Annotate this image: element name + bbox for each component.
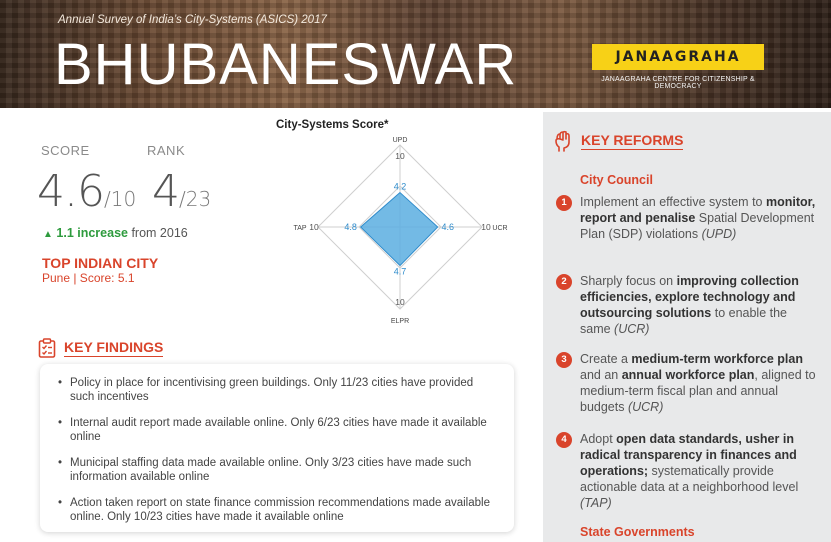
top-city-title: TOP INDIAN CITY: [42, 255, 159, 271]
reform-number: 1: [556, 195, 572, 211]
city-name: BHUBANESWAR: [54, 32, 518, 97]
reform-text: Implement an effective system to monitor…: [580, 194, 818, 242]
reform-text-part: Adopt: [580, 432, 617, 446]
finding-item: • Action taken report on state finance co…: [58, 496, 496, 524]
key-findings-list: • Policy in place for incentivising green…: [40, 364, 514, 532]
header-banner: Annual Survey of India’s City-Systems (A…: [0, 0, 831, 108]
reform-text: Create a medium-term workforce plan and …: [580, 351, 818, 415]
radar-axis-label: UCR: [492, 225, 507, 232]
reform-number: 2: [556, 274, 572, 290]
reform-item: 2 Sharply focus on improving collection …: [556, 273, 818, 337]
radar-value-label: 4.6: [441, 222, 454, 232]
rank-label: RANK: [147, 143, 186, 158]
reform-text-part: annual workforce plan: [621, 368, 755, 382]
reform-item: 3 Create a medium-term workforce plan an…: [556, 351, 818, 415]
bullet-icon: •: [58, 417, 63, 429]
reform-text-part: Sharply focus on: [580, 274, 677, 288]
reform-text: Sharply focus on improving collection ef…: [580, 273, 818, 337]
radar-axis-label: TAP: [293, 225, 306, 232]
section-city-council: City Council: [580, 173, 653, 187]
bullet-icon: •: [58, 497, 63, 509]
reform-text: Adopt open data standards, usher in radi…: [580, 431, 818, 511]
reform-number: 3: [556, 352, 572, 368]
reform-text-part: (UCR): [614, 322, 650, 336]
radar-max-label: 10: [395, 297, 405, 307]
radar-max-label: 10: [481, 222, 491, 232]
reform-text-part: (TAP): [580, 496, 612, 510]
finding-text: Municipal staffing data made available o…: [70, 457, 472, 483]
reform-text-part: Create a: [580, 352, 632, 366]
radar-max-label: 10: [395, 151, 405, 161]
reform-text-part: and an: [580, 368, 622, 382]
key-findings-header: KEY FINDINGS: [38, 338, 164, 358]
top-city-detail: Pune | Score: 5.1: [42, 271, 135, 285]
score-label: SCORE: [41, 143, 90, 158]
finding-text: Internal audit report made available onl…: [70, 417, 487, 443]
up-triangle-icon: ▲: [43, 229, 53, 240]
increase-amount: 1.1 increase: [56, 226, 128, 240]
logo-subtitle: JANAAGRAHA CENTRE FOR CITIZENSHIP & DEMO…: [601, 76, 755, 90]
increase-suffix: from 2016: [127, 226, 188, 240]
reform-text-part: medium-term workforce plan: [631, 352, 803, 366]
radar-value-label: 4.7: [394, 267, 407, 277]
score-number: 4.6: [37, 166, 105, 217]
finding-text: Action taken report on state finance com…: [70, 497, 490, 523]
bullet-icon: •: [58, 457, 63, 469]
reform-item: 1 Implement an effective system to monit…: [556, 194, 818, 242]
bullet-icon: •: [58, 377, 63, 389]
reform-text-part: (UCR): [627, 400, 664, 414]
raised-fist-icon: [555, 130, 570, 152]
key-findings-title: KEY FINDINGS: [64, 339, 164, 357]
radar-max-label: 10: [309, 222, 319, 232]
radar-chart: 4.210UPD4.6 10 UCR4.710ELPR4.810TAP: [293, 137, 507, 325]
radar-value-label: 4.8: [344, 222, 357, 232]
finding-item: • Internal audit report made available on…: [58, 416, 496, 444]
section-state-governments: State Governments: [580, 525, 695, 539]
key-reforms-header: KEY REFORMS: [553, 130, 684, 152]
rank-number: 4: [152, 166, 180, 217]
radar-axis-label: UPD: [393, 137, 408, 144]
reform-item: 4 Adopt open data standards, usher in ra…: [556, 431, 818, 511]
clipboard-checklist-icon: [38, 338, 56, 358]
janaagraha-logo: JANAAGRAHA JANAAGRAHA CENTRE FOR CITIZEN…: [578, 44, 778, 90]
score-max: /10: [103, 187, 137, 211]
logo-wordmark: JANAAGRAHA: [592, 44, 764, 70]
radar-axis-label: ELPR: [391, 318, 409, 325]
radar-value-label: 4.2: [394, 182, 407, 192]
key-reforms-title: KEY REFORMS: [581, 132, 684, 150]
finding-text: Policy in place for incentivising green …: [70, 377, 474, 403]
reform-text-part: (UPD): [701, 227, 737, 241]
reform-number: 4: [556, 432, 572, 448]
rank-total: /23: [179, 187, 212, 211]
finding-item: • Municipal staffing data made available …: [58, 456, 496, 484]
reform-text-part: Implement an effective system to: [580, 195, 766, 209]
score-value: 4.6/10: [37, 168, 136, 223]
survey-title: Annual Survey of India’s City-Systems (A…: [58, 14, 327, 26]
score-increase: ▲ 1.1 increase from 2016: [43, 226, 188, 240]
rank-value: 4/23: [152, 168, 211, 223]
finding-item: • Policy in place for incentivising green…: [58, 376, 496, 404]
radar-score-polygon: [359, 191, 439, 267]
